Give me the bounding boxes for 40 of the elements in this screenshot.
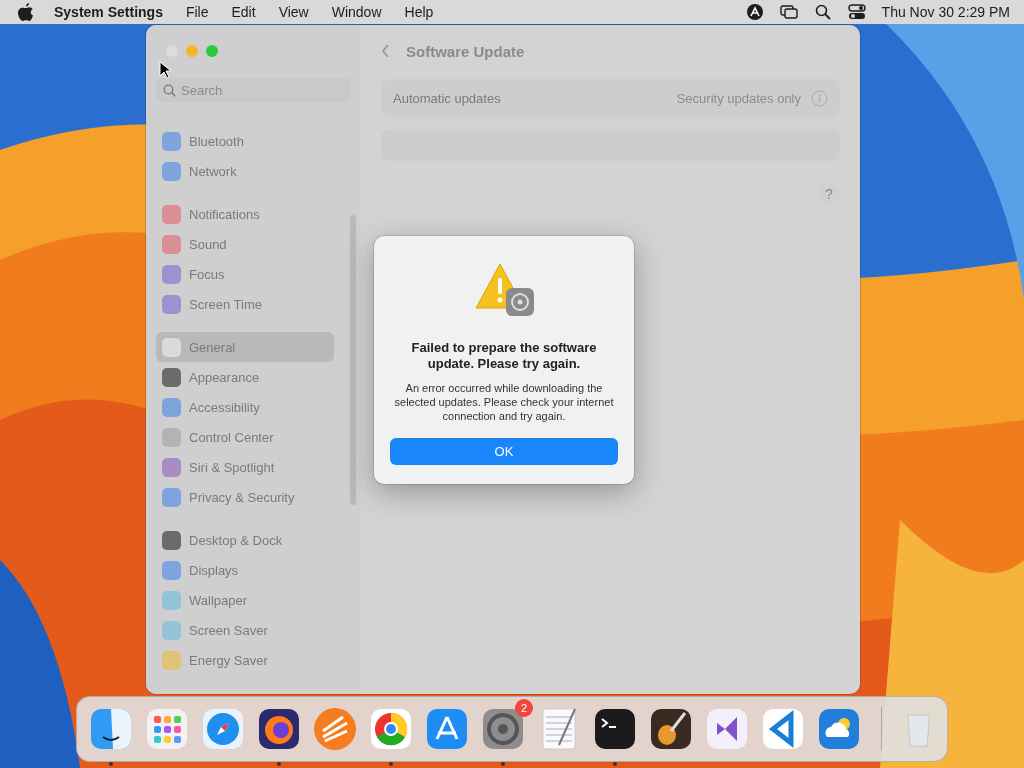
apple-icon[interactable]: [18, 3, 34, 21]
menu-item[interactable]: Window: [331, 4, 382, 20]
circle-logo-icon[interactable]: [745, 3, 764, 21]
sidebar-item[interactable]: Accessibility: [156, 392, 334, 422]
menu-item[interactable]: File: [185, 4, 209, 20]
search-field[interactable]: Search: [156, 78, 351, 102]
sidebar-item[interactable]: Wallpaper: [156, 585, 334, 615]
sidebar-item[interactable]: Network: [156, 156, 334, 186]
sidebar-item[interactable]: Screen Saver: [156, 615, 334, 645]
dialog-title: Failed to prepare the software update. Please try again.: [410, 340, 598, 372]
menu-item[interactable]: View: [278, 4, 309, 20]
sidebar-item[interactable]: Bluetooth: [156, 126, 334, 156]
screen-mirroring-icon[interactable]: [779, 3, 798, 21]
menu-item[interactable]: Edit: [231, 4, 256, 20]
sidebar-item[interactable]: Privacy & Security: [156, 482, 334, 512]
ok-button[interactable]: OK: [390, 438, 618, 465]
page-title: Software Update: [406, 42, 525, 60]
pointer-icon: [159, 61, 171, 79]
sidebar-item[interactable]: Focus: [156, 259, 334, 289]
sidebar-item[interactable]: Energy Saver: [156, 645, 334, 675]
row-value: Security updates only: [676, 90, 801, 106]
clock[interactable]: Thu Nov 30 2:29 PM: [881, 4, 1010, 20]
sidebar-item[interactable]: Control Center: [156, 422, 334, 452]
notification-badge: 2: [515, 699, 533, 717]
sidebar-item[interactable]: Appearance: [156, 362, 334, 392]
app-menu[interactable]: System Settings: [54, 4, 163, 20]
sidebar-item[interactable]: Displays: [156, 555, 334, 585]
sidebar-item[interactable]: Siri & Spotlight: [156, 452, 334, 482]
sidebar-item[interactable]: General: [156, 332, 334, 362]
sidebar-item[interactable]: Notifications: [156, 199, 334, 229]
sidebar-item[interactable]: Desktop & Dock: [156, 525, 334, 555]
toggles-icon[interactable]: [847, 3, 866, 21]
scrollbar[interactable]: [350, 215, 356, 505]
sidebar-item[interactable]: Sound: [156, 229, 334, 259]
dialog-message: An error occurred while downloading the selected updates. Please check your internet connection and try again.: [393, 381, 615, 423]
row-label: Automatic updates: [393, 90, 502, 106]
sidebar-item[interactable]: Screen Time: [156, 289, 334, 319]
menu-item[interactable]: Help: [404, 4, 434, 20]
search-icon: [163, 84, 176, 97]
search-icon[interactable]: [813, 3, 832, 21]
